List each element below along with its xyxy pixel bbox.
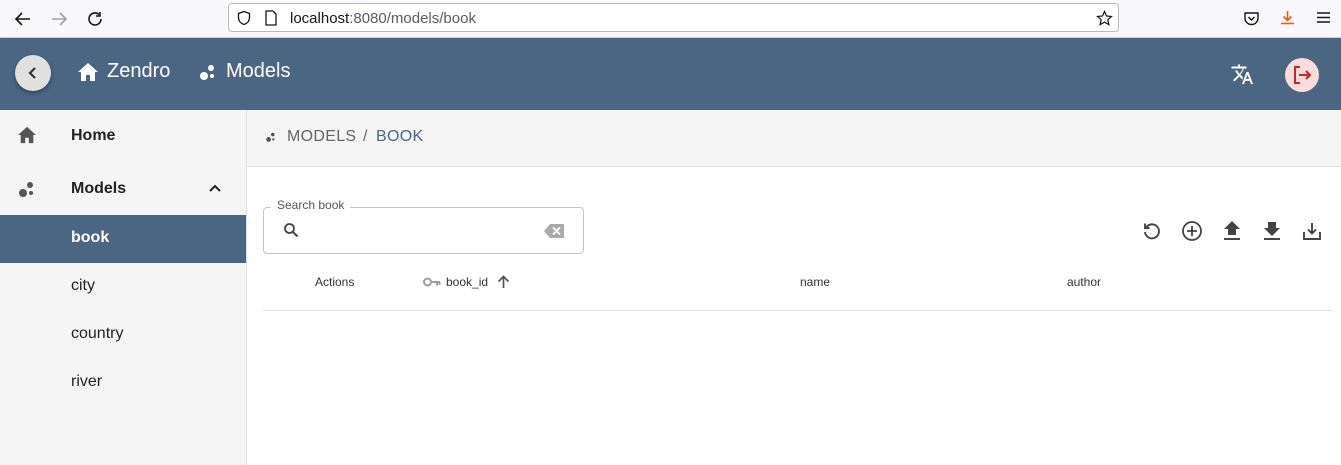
chevron-up-icon[interactable] [208, 181, 222, 195]
pocket-icon[interactable] [1243, 10, 1260, 27]
chevron-left-icon [28, 67, 36, 79]
download-icon [1264, 222, 1280, 240]
browser-back-button[interactable] [11, 7, 35, 31]
sidebar-item-book[interactable]: book [0, 215, 246, 263]
sidebar-item-home[interactable]: Home [0, 112, 246, 160]
sidebar: Home Models book city country river [0, 110, 247, 465]
sidebar-item-label: book [71, 229, 110, 246]
app-header: Zendro Models [0, 38, 1341, 110]
download-template-button[interactable] [1300, 219, 1324, 243]
collapse-drawer-button[interactable] [15, 55, 51, 91]
sidebar-item-label: river [71, 373, 103, 390]
logout-button[interactable] [1285, 58, 1319, 92]
home-icon [78, 62, 98, 81]
reload-data-button[interactable] [1140, 219, 1164, 243]
breadcrumb-models-link[interactable]: MODELS [287, 128, 356, 146]
sidebar-item-models[interactable]: Models [0, 165, 246, 213]
arrow-up-icon[interactable] [497, 275, 510, 289]
download-button[interactable] [1260, 219, 1284, 243]
address-bar[interactable]: localhost:8080/models/book [228, 3, 1119, 32]
search-label: Search book [271, 198, 351, 212]
download-icon[interactable] [1279, 9, 1296, 26]
column-header-actions: Actions [315, 275, 355, 289]
column-header-author[interactable]: author [1067, 275, 1101, 289]
upload-icon [1224, 221, 1240, 240]
browser-forward-button[interactable] [47, 7, 71, 31]
arrow-left-icon [14, 12, 30, 26]
sidebar-item-label: country [71, 325, 124, 342]
header-models-label: Models [226, 60, 291, 82]
browser-toolbar: localhost:8080/models/book [0, 0, 1341, 38]
home-icon [18, 126, 36, 144]
table-header-divider [263, 310, 1332, 311]
sidebar-item-label: Home [71, 127, 116, 144]
bubbles-icon [19, 182, 33, 197]
add-record-button[interactable] [1180, 219, 1204, 243]
bubbles-icon [266, 132, 275, 142]
search-icon [284, 223, 299, 238]
breadcrumb-separator: / [363, 128, 368, 145]
menu-icon[interactable] [1316, 10, 1331, 25]
column-header-book-id[interactable]: book_id [446, 275, 488, 289]
logout-icon [1294, 66, 1312, 84]
translate-button[interactable] [1226, 58, 1258, 90]
bubbles-icon [200, 64, 214, 80]
save-alt-icon [1303, 223, 1321, 240]
translate-icon [1231, 64, 1253, 84]
upload-button[interactable] [1220, 219, 1244, 243]
shield-icon [237, 10, 251, 26]
header-models-link[interactable]: Models [198, 60, 290, 83]
url-text: localhost:8080/models/book [290, 10, 476, 27]
reload-icon [88, 12, 102, 26]
backspace-icon[interactable] [544, 223, 565, 239]
replay-icon [1144, 223, 1160, 240]
key-icon [423, 277, 441, 287]
sidebar-item-label: Models [71, 180, 127, 197]
header-home-label: Zendro [107, 60, 171, 82]
sidebar-item-city[interactable]: city [0, 263, 246, 311]
bookmark-star-icon[interactable] [1096, 10, 1113, 27]
column-header-name[interactable]: name [800, 275, 830, 289]
browser-reload-button[interactable] [83, 7, 107, 31]
header-home-link[interactable]: Zendro [77, 60, 170, 83]
arrow-right-icon [52, 12, 68, 26]
breadcrumb-current: BOOK [376, 128, 424, 145]
sidebar-item-label: city [71, 277, 95, 294]
sidebar-item-country[interactable]: country [0, 311, 246, 359]
sidebar-item-river[interactable]: river [0, 359, 246, 407]
add-circle-icon [1182, 221, 1202, 241]
search-input[interactable] [310, 218, 530, 242]
breadcrumb: MODELS / BOOK [247, 110, 1341, 167]
page-icon [265, 10, 277, 26]
